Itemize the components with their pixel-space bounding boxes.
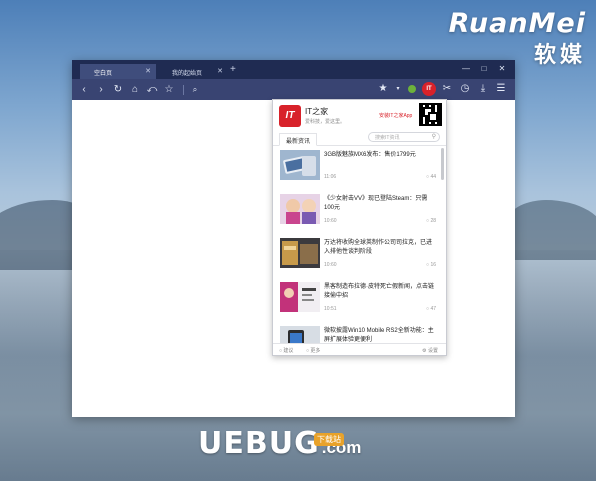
news-title: 万达将收购全球英制作公司司拉克，已进入排他性谈判阶段 bbox=[324, 240, 433, 255]
comment-count: 47 bbox=[430, 306, 436, 312]
brand-english: RuanMei bbox=[448, 8, 586, 39]
news-item[interactable]: 《少女射击VV》现已登陆Steam：只需100元 10:60 ○ 28 bbox=[273, 191, 444, 235]
popup-footer: ○ 建议 ○ 更多 ⚙ 设置 bbox=[273, 343, 446, 355]
window-controls: — □ ✕ bbox=[457, 62, 511, 76]
news-time: 10:51 bbox=[324, 306, 337, 312]
news-thumbnail bbox=[280, 282, 320, 312]
comment-icon: ○ bbox=[426, 306, 430, 312]
more-link[interactable]: ○ 更多 bbox=[306, 347, 320, 354]
download-icon[interactable]: ⤓ bbox=[476, 82, 490, 96]
qr-code bbox=[419, 103, 442, 126]
news-comments: ○ 28 bbox=[426, 218, 436, 224]
star-icon[interactable]: ★ bbox=[376, 82, 390, 96]
news-title: 3GB版魅族MX6发布：售价1799元 bbox=[324, 152, 416, 158]
comment-icon: ○ bbox=[426, 262, 430, 268]
install-app-link[interactable]: 安装IT之家App bbox=[379, 112, 412, 119]
menu-icon[interactable]: ☰ bbox=[494, 82, 508, 96]
ithome-popup: IT IT之家 爱科技，爱这里。 安装IT之家App 最新资讯 搜索IT资讯 ⚲… bbox=[272, 99, 447, 356]
news-comments: ○ 16 bbox=[426, 262, 436, 268]
comment-icon: ○ bbox=[426, 174, 430, 180]
more-icon: ○ bbox=[306, 348, 310, 354]
close-window-button[interactable]: ✕ bbox=[493, 62, 511, 76]
new-tab-button[interactable]: + bbox=[230, 65, 236, 75]
bookmark-icon[interactable]: ☆ bbox=[162, 83, 176, 97]
news-list: 3GB版魅族MX6发布：售价1799元 11:06 ○ 44 《少女射击VV》现… bbox=[273, 147, 444, 343]
news-title: 《少女射击VV》现已登陆Steam：只需100元 bbox=[324, 196, 428, 211]
maximize-button[interactable]: □ bbox=[475, 62, 493, 76]
news-time: 10:60 bbox=[324, 218, 337, 224]
popup-header: IT IT之家 爱科技，爱这里。 安装IT之家App bbox=[273, 100, 446, 132]
search-icon[interactable]: ⌕ bbox=[188, 83, 202, 97]
search-icon[interactable]: ⚲ bbox=[432, 133, 436, 140]
scrollbar[interactable] bbox=[441, 148, 444, 180]
ithome-logo: IT bbox=[279, 105, 301, 127]
news-comments: ○ 47 bbox=[426, 306, 436, 312]
popup-tabs: 最新资讯 搜索IT资讯 ⚲ bbox=[273, 132, 446, 146]
minimize-button[interactable]: — bbox=[457, 62, 475, 76]
comment-count: 28 bbox=[430, 218, 436, 224]
news-time: 11:06 bbox=[324, 174, 337, 180]
watermark-main: UEBUG bbox=[198, 426, 320, 461]
watermark-tag: 下载站 bbox=[314, 433, 344, 446]
news-thumbnail bbox=[280, 326, 320, 343]
news-title: 黑客制造布拉德·皮特死亡假新闻，点击链接偷中招 bbox=[324, 284, 434, 299]
feedback-link[interactable]: ○ 建议 bbox=[279, 347, 293, 354]
watermark: UEBUG .com 下载站 bbox=[198, 426, 361, 461]
history-icon[interactable]: ◷ bbox=[458, 82, 472, 96]
news-item[interactable]: 黑客制造布拉德·皮特死亡假新闻，点击链接偷中招 10:51 ○ 47 bbox=[273, 279, 444, 323]
toolbar: ‹ › ↻ ⌂ ⤺ ☆ ⌕ ★ ▾ IT ✂ ◷ ⤓ ☰ bbox=[72, 79, 515, 100]
ithome-extension-icon[interactable]: IT bbox=[422, 82, 436, 96]
gear-icon: ⚙ bbox=[422, 348, 427, 354]
news-comments: ○ 44 bbox=[426, 174, 436, 180]
settings-link[interactable]: ⚙ 设置 bbox=[422, 347, 438, 354]
comment-count: 16 bbox=[430, 262, 436, 268]
feedback-label: 建议 bbox=[283, 348, 294, 354]
undo-icon[interactable]: ⤺ bbox=[145, 83, 159, 97]
news-item[interactable]: 微软披露Win10 Mobile RS2全新功能：主屏扩展体验更便利 bbox=[273, 323, 444, 343]
popup-subtitle: 爱科技，爱这里。 bbox=[305, 119, 346, 125]
settings-label: 设置 bbox=[427, 348, 438, 354]
tab-blank[interactable]: 空白页 ✕ bbox=[80, 64, 156, 79]
news-thumbnail bbox=[280, 150, 320, 180]
comment-count: 44 bbox=[430, 174, 436, 180]
close-icon[interactable]: ✕ bbox=[217, 67, 223, 75]
search-input[interactable]: 搜索IT资讯 ⚲ bbox=[368, 132, 440, 142]
refresh-icon[interactable]: ↻ bbox=[111, 83, 125, 97]
toolbar-right: ★ ▾ IT ✂ ◷ ⤓ ☰ bbox=[376, 82, 512, 96]
close-icon[interactable]: ✕ bbox=[145, 67, 151, 75]
news-item[interactable]: 3GB版魅族MX6发布：售价1799元 11:06 ○ 44 bbox=[273, 147, 444, 191]
tab-label: 空白页 bbox=[94, 71, 113, 77]
news-item[interactable]: 万达将收购全球英制作公司司拉克，已进入排他性谈判阶段 10:60 ○ 16 bbox=[273, 235, 444, 279]
scissors-icon[interactable]: ✂ bbox=[440, 82, 454, 96]
comment-icon: ○ bbox=[426, 218, 430, 224]
forward-icon[interactable]: › bbox=[94, 83, 108, 97]
background-hill-right bbox=[506, 200, 596, 260]
tab-latest-news[interactable]: 最新资讯 bbox=[279, 133, 318, 146]
chevron-down-icon[interactable]: ▾ bbox=[394, 82, 402, 96]
news-title: 微软披露Win10 Mobile RS2全新功能：主屏扩展体验更便利 bbox=[324, 328, 434, 343]
popup-title: IT之家 bbox=[305, 107, 329, 116]
news-time: 10:60 bbox=[324, 262, 337, 268]
tab-start-page[interactable]: 我的起始页 ✕ bbox=[158, 64, 228, 79]
feedback-icon: ○ bbox=[279, 348, 283, 354]
toolbar-divider bbox=[183, 84, 184, 95]
news-thumbnail bbox=[280, 238, 320, 268]
more-label: 更多 bbox=[310, 348, 321, 354]
tab-label: 我的起始页 bbox=[172, 71, 203, 77]
news-thumbnail bbox=[280, 194, 320, 224]
extension-green-icon[interactable] bbox=[406, 83, 418, 95]
search-placeholder: 搜索IT资讯 bbox=[375, 135, 400, 141]
title-bar: 空白页 ✕ 我的起始页 ✕ + — □ ✕ bbox=[72, 60, 515, 79]
back-icon[interactable]: ‹ bbox=[77, 83, 91, 97]
home-icon[interactable]: ⌂ bbox=[128, 83, 142, 97]
